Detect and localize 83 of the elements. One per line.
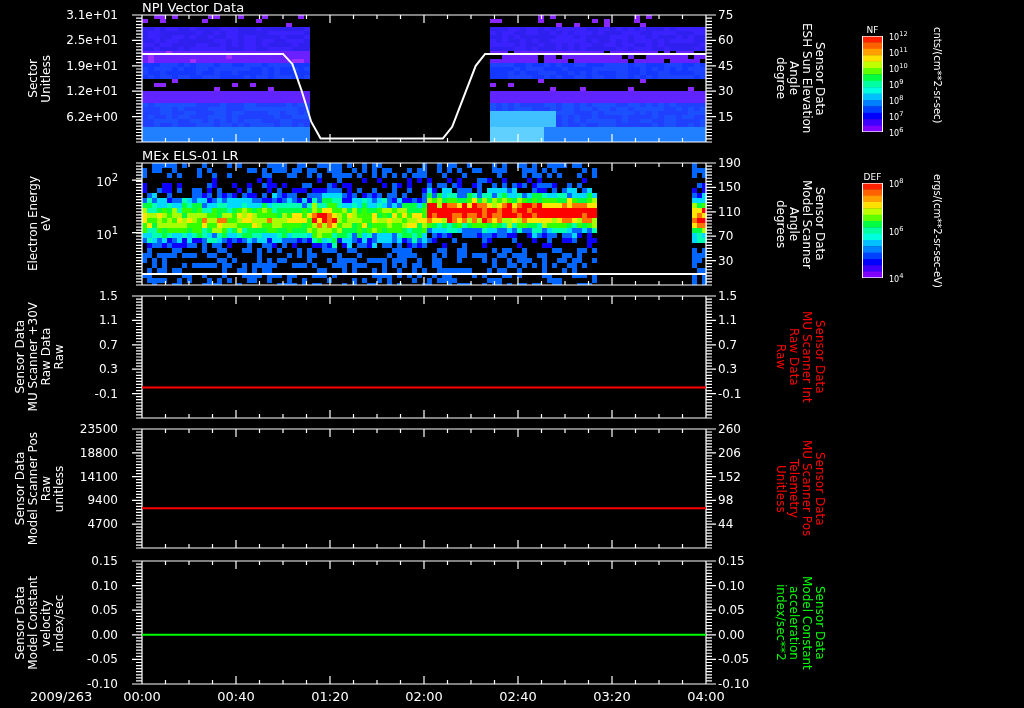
tick-label: 0.3 [98, 362, 118, 377]
tick-label: 0.15 [718, 554, 745, 568]
time-label: 00:00 [123, 689, 161, 704]
tick-label: 30 [718, 253, 734, 268]
time-label: 02:00 [405, 689, 443, 704]
tick-label: 45 [718, 58, 734, 73]
tick-label: -0.10 [86, 677, 118, 691]
tick-label: 10$^{2}$ [96, 171, 118, 190]
colorbar-tick-label: 10$^{9}$ [889, 77, 904, 91]
tick-label: 60 [718, 33, 734, 48]
tick-label: 0.15 [91, 554, 118, 568]
tick-label: 75 [718, 8, 734, 22]
tick-label: 0.00 [718, 627, 745, 642]
tick-label: 0.05 [91, 603, 118, 618]
colorbar-title: DEF [863, 172, 882, 183]
time-label: 04:00 [687, 689, 725, 704]
colorbar-tick-label: 10$^{10}$ [889, 61, 908, 75]
tick-label: -0.05 [86, 652, 118, 667]
tick-label: 9400 [87, 493, 118, 508]
time-label: 01:20 [311, 689, 349, 704]
axis-label: Sensor Data Model Scanner Angle degrees [774, 179, 826, 269]
tick-label: 44 [718, 517, 734, 532]
axis-label: Sensor Data MU Scanner Pos Telemetry Unitless [774, 440, 826, 537]
tick-label: 1.5 [718, 289, 738, 303]
tick-label: 0.10 [91, 578, 118, 593]
tick-label: 1.2e+01 [66, 84, 118, 99]
tick-label: 206 [718, 445, 741, 460]
tick-label: 1.5 [98, 289, 118, 303]
tick-label: -0.1 [718, 386, 742, 401]
tick-label: 30 [718, 84, 734, 99]
tick-label: 260 [718, 422, 741, 436]
colorbar-title: NF [866, 25, 879, 36]
panel-title: MEx ELS-01 LR [142, 148, 239, 163]
axis-label: Sensor Data Model Constant acceleration index/sec**2 [774, 575, 826, 670]
tick-label: 0.05 [718, 603, 745, 618]
tick-label: 10$^{1}$ [96, 223, 118, 242]
axis-label: Sensor Data MU Scanner +30V Raw Data Raw [14, 302, 66, 412]
colorbar-tick-label: 10$^{7}$ [889, 109, 904, 123]
tick-label: 0.00 [91, 627, 118, 642]
tick-label: 70 [718, 229, 734, 244]
tick-label: 0.7 [718, 337, 738, 352]
time-label: 02:40 [499, 689, 537, 704]
tick-label: 152 [718, 469, 741, 484]
tick-label: -0.05 [718, 652, 750, 667]
axis-label: Sensor Data Model Constant velocity index/sec [14, 575, 66, 670]
colorbar-tick-label: 10$^{11}$ [889, 45, 908, 59]
axis-label: Sector Unitless [27, 54, 53, 103]
date-label: 2009/263 [30, 689, 93, 704]
tick-label: 1.9e+01 [66, 58, 118, 73]
tick-label: 98 [718, 493, 734, 508]
tick-label: 14100 [79, 469, 118, 484]
units-label: cnts/(cm**2-sr-sec) [931, 26, 944, 126]
tick-label: 18800 [79, 445, 118, 460]
tick-label: 6.2e+00 [66, 109, 118, 124]
tick-label: -0.1 [94, 386, 118, 401]
tick-label: 2.5e+01 [66, 33, 118, 48]
tick-label: 110 [718, 204, 741, 219]
colorbar-tick-label: 10$^{6}$ [889, 125, 904, 139]
axis-label: Sensor Data MU Scanner Int Raw Data Raw [774, 311, 826, 403]
axis-label: Sensor Data ESH Sun Elevation Angle degree [774, 23, 826, 134]
units-label: ergs/(cm**2-sr-sec-eV) [931, 173, 944, 290]
tick-label: 0.7 [98, 337, 118, 352]
tick-label: 0.3 [718, 362, 738, 377]
colorbar-tick-label: 10$^{4}$ [889, 271, 904, 285]
colorbar-tick-label: 10$^{6}$ [889, 223, 904, 238]
colorbar-tick-label: 10$^{8}$ [889, 176, 904, 190]
axis-label: Sensor Data Model Scanner Pos Raw unitless [14, 431, 66, 546]
time-label: 00:40 [217, 689, 255, 704]
tick-label: 4700 [87, 517, 118, 532]
tick-label: 15 [718, 109, 734, 124]
tick-label: -0.10 [718, 677, 750, 691]
tick-label: 0.10 [718, 578, 745, 593]
tick-label: 23500 [79, 422, 118, 436]
panel-title: NPI Vector Data [142, 0, 245, 15]
colorbar-tick-label: 10$^{8}$ [889, 93, 904, 107]
tick-label: 190 [718, 156, 741, 170]
tick-label: 150 [718, 180, 741, 195]
colorbar-tick-label: 10$^{12}$ [889, 29, 908, 43]
axis-label: Electron Energy eV [27, 176, 53, 272]
time-label: 03:20 [593, 689, 631, 704]
tick-label: 1.1 [98, 313, 118, 328]
tick-label: 1.1 [718, 313, 738, 328]
tick-label: 3.1e+01 [66, 8, 118, 22]
